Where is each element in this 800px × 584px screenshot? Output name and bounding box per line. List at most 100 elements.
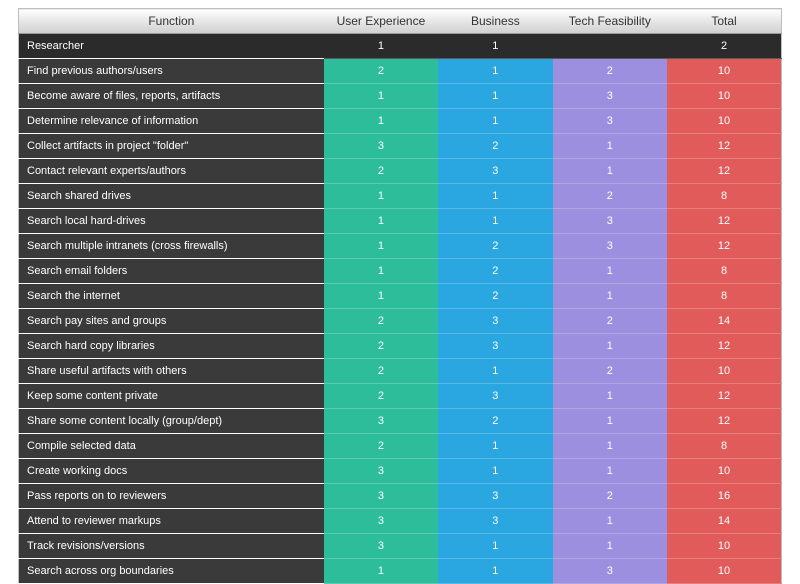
function-cell: Attend to reviewer markups [19,509,324,534]
business-cell: 1 [438,559,552,584]
function-cell: Create working docs [19,459,324,484]
ux-cell: 1 [324,109,438,134]
ux-cell: 2 [324,334,438,359]
ux-cell: 2 [324,59,438,84]
tech-cell: 2 [553,484,667,509]
tech-cell: 1 [553,459,667,484]
business-cell: 1 [438,109,552,134]
table-row: Search local hard-drives11312 [19,209,782,234]
table-row: Search across org boundaries11310 [19,559,782,584]
tech-cell: 3 [553,209,667,234]
business-cell: 2 [438,134,552,159]
function-cell: Search across org boundaries [19,559,324,584]
ux-cell: 3 [324,484,438,509]
column-header-row: Function User Experience Business Tech F… [19,9,782,34]
business-cell: 1 [438,209,552,234]
function-cell: Share some content locally (group/dept) [19,409,324,434]
business-cell: 2 [438,234,552,259]
table-row: Attend to reviewer markups33114 [19,509,782,534]
function-cell: Determine relevance of information [19,109,324,134]
business-cell: 3 [438,384,552,409]
tech-cell: 1 [553,409,667,434]
function-cell: Search shared drives [19,184,324,209]
function-cell: Researcher [19,34,324,59]
ux-cell: 1 [324,234,438,259]
ux-cell: 1 [324,284,438,309]
col-header-ux: User Experience [324,9,438,34]
table-row: Search email folders1218 [19,259,782,284]
business-cell: 3 [438,484,552,509]
tech-cell: 3 [553,234,667,259]
business-cell: 1 [438,84,552,109]
function-cell: Search multiple intranets (cross firewal… [19,234,324,259]
matrix-table: Function User Experience Business Tech F… [18,8,782,584]
priority-matrix-table: Function User Experience Business Tech F… [0,0,800,548]
total-cell: 10 [667,359,781,384]
total-cell: 10 [667,59,781,84]
total-cell: 14 [667,309,781,334]
total-cell: 16 [667,484,781,509]
ux-cell: 3 [324,509,438,534]
total-cell: 8 [667,434,781,459]
total-cell: 12 [667,409,781,434]
function-cell: Search the internet [19,284,324,309]
tech-cell [553,34,667,59]
function-cell: Share useful artifacts with others [19,359,324,384]
tech-cell: 1 [553,384,667,409]
tech-cell: 1 [553,134,667,159]
table-row: Pass reports on to reviewers33216 [19,484,782,509]
total-cell: 12 [667,334,781,359]
ux-cell: 2 [324,359,438,384]
col-header-function: Function [19,9,324,34]
function-cell: Track revisions/versions [19,534,324,559]
table-row: Keep some content private23112 [19,384,782,409]
ux-cell: 3 [324,409,438,434]
tech-cell: 1 [553,159,667,184]
function-cell: Contact relevant experts/authors [19,159,324,184]
total-cell: 12 [667,384,781,409]
function-cell: Find previous authors/users [19,59,324,84]
function-cell: Become aware of files, reports, artifact… [19,84,324,109]
total-cell: 12 [667,209,781,234]
col-header-tech: Tech Feasibility [553,9,667,34]
ux-cell: 1 [324,559,438,584]
table-row: Find previous authors/users21210 [19,59,782,84]
ux-cell: 1 [324,84,438,109]
function-cell: Search pay sites and groups [19,309,324,334]
tech-cell: 1 [553,509,667,534]
tech-cell: 2 [553,309,667,334]
table-row: Become aware of files, reports, artifact… [19,84,782,109]
ux-cell: 1 [324,184,438,209]
business-cell: 3 [438,309,552,334]
tech-cell: 3 [553,84,667,109]
total-cell: 10 [667,84,781,109]
ux-cell: 2 [324,159,438,184]
table-row: Compile selected data2118 [19,434,782,459]
table-row: Share some content locally (group/dept)3… [19,409,782,434]
table-row: Determine relevance of information11310 [19,109,782,134]
business-cell: 3 [438,334,552,359]
total-cell: 10 [667,559,781,584]
table-row: Search pay sites and groups23214 [19,309,782,334]
business-cell: 2 [438,259,552,284]
tech-cell: 1 [553,534,667,559]
ux-cell: 3 [324,459,438,484]
tech-cell: 3 [553,559,667,584]
tech-cell: 1 [553,434,667,459]
tech-cell: 2 [553,184,667,209]
function-cell: Pass reports on to reviewers [19,484,324,509]
tech-cell: 2 [553,59,667,84]
table-row: Search hard copy libraries23112 [19,334,782,359]
table-row: Share useful artifacts with others21210 [19,359,782,384]
total-cell: 2 [667,34,781,59]
total-cell: 12 [667,234,781,259]
function-cell: Collect artifacts in project "folder" [19,134,324,159]
business-cell: 2 [438,284,552,309]
business-cell: 3 [438,159,552,184]
business-cell: 2 [438,409,552,434]
col-header-total: Total [667,9,781,34]
total-cell: 10 [667,109,781,134]
tech-cell: 1 [553,284,667,309]
business-cell: 1 [438,59,552,84]
section-header-row: Researcher112 [19,34,782,59]
